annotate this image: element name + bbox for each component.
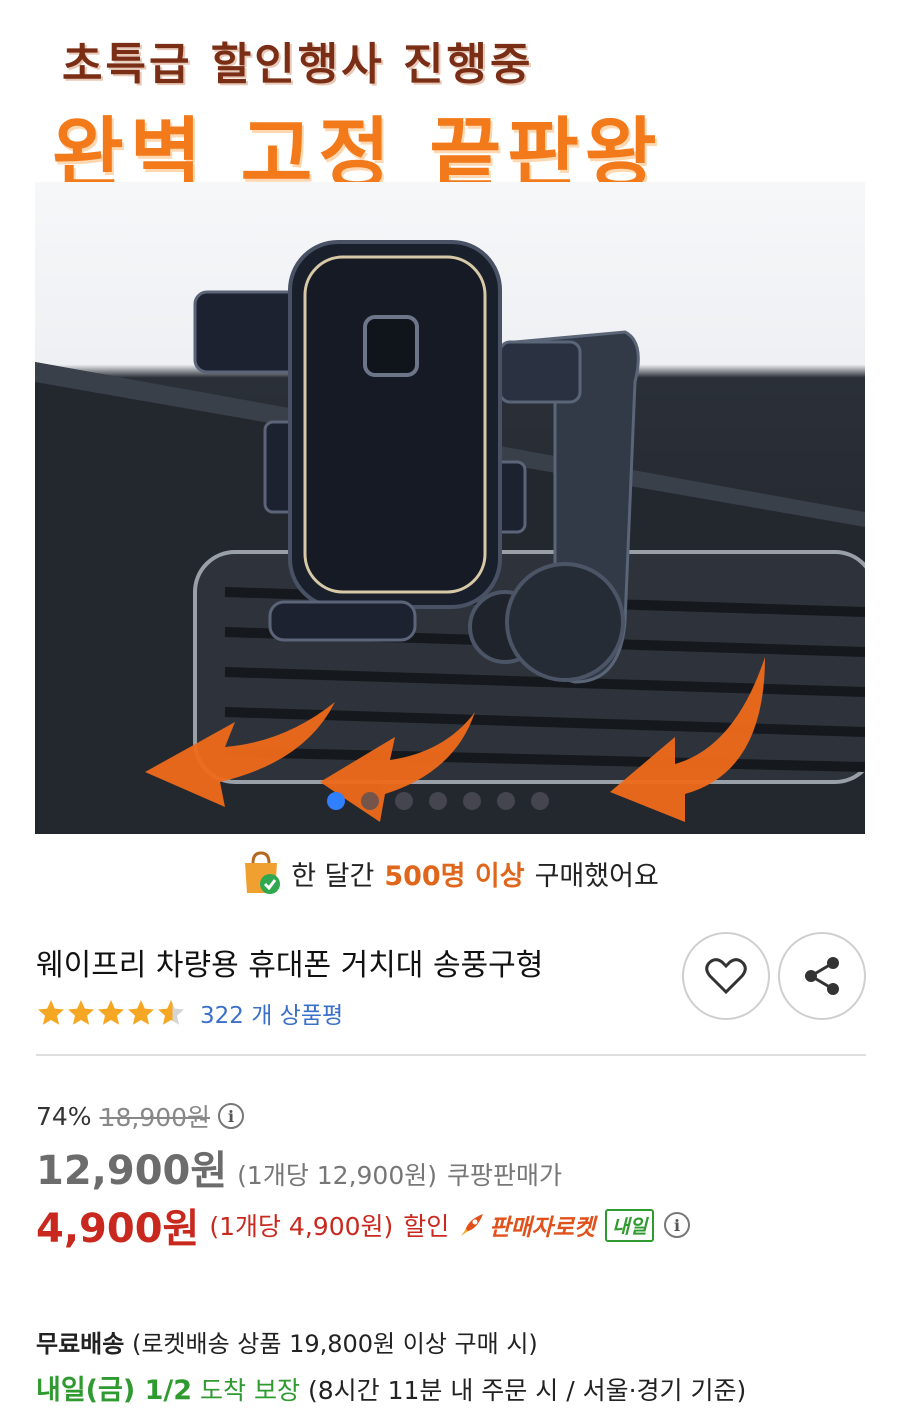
purchase-suffix: 구매했어요 <box>534 860 659 892</box>
wishlist-button[interactable] <box>682 932 770 1020</box>
product-title: 웨이프리 차량용 휴대폰 거치대 송풍구형 <box>36 948 544 983</box>
rocket-info-icon[interactable]: i <box>664 1212 691 1238</box>
sale-unit-price: (1개당 4,900원) <box>209 1212 394 1241</box>
share-button[interactable] <box>778 932 866 1020</box>
original-price: 18,900원 <box>99 1103 211 1132</box>
car-vent-phone-holder-photo <box>35 240 865 834</box>
tomorrow-badge: 내일 <box>605 1208 655 1242</box>
sale-label: 할인 <box>403 1212 450 1241</box>
shopping-bag-icon <box>241 851 281 895</box>
star-rating <box>36 998 186 1028</box>
carousel-dot-3[interactable] <box>395 792 413 810</box>
share-icon <box>805 957 839 995</box>
seller-rocket-badge: 판매자로켓 <box>459 1208 595 1242</box>
purchase-prefix: 한 달간 <box>291 860 375 892</box>
sale-price: 4,900원 <box>36 1206 200 1252</box>
arrival-guarantee-label: 도착 보장 <box>200 1376 300 1405</box>
coupang-price-row: 12,900원 (1개당 12,900원) 쿠팡판매가 <box>36 1138 562 1196</box>
carousel-dot-6[interactable] <box>497 792 515 810</box>
seller-rocket-label: 판매자로켓 <box>489 1215 596 1241</box>
heart-icon <box>705 958 747 995</box>
coupang-price-label: 쿠팡판매가 <box>447 1161 563 1190</box>
purchase-highlight: 500명 이상 <box>384 860 525 892</box>
star-icon-5-half <box>158 1000 184 1025</box>
coupang-price: 12,900원 <box>36 1148 228 1194</box>
arrival-date: 내일(금) 1/2 <box>36 1375 193 1406</box>
carousel-dot-4[interactable] <box>429 792 447 810</box>
product-image-carousel[interactable]: 초특급 할인행사 진행중 완벽 고정 끝판왕 <box>0 0 900 840</box>
free-shipping-row: 무료배송 (로켓배송 상품 19,800원 이상 구매 시) <box>36 1324 538 1359</box>
carousel-dot-1[interactable] <box>327 792 345 810</box>
purchase-count-notice: 한 달간 500명 이상 구매했어요 <box>0 848 900 898</box>
rocket-icon <box>461 1214 484 1236</box>
free-shipping-condition: (로켓배송 상품 19,800원 이상 구매 시) <box>131 1330 538 1358</box>
sale-price-row: 4,900원 (1개당 4,900원) 할인 판매자로켓 내일 i <box>36 1196 691 1254</box>
price-info-icon[interactable]: i <box>218 1103 245 1129</box>
star-icon-1 <box>38 1000 64 1025</box>
coupang-unit-price: (1개당 12,900원) <box>237 1161 437 1190</box>
review-count-link[interactable]: 322 개 상품평 <box>200 996 343 1030</box>
carousel-dot-2[interactable] <box>361 792 379 810</box>
free-shipping-label: 무료배송 <box>36 1330 125 1358</box>
banner-headline: 초특급 할인행사 진행중 <box>62 39 534 90</box>
arrival-condition: (8시간 11분 내 주문 시 / 서울·경기 기준) <box>308 1376 747 1405</box>
arrival-guarantee-row: 내일(금) 1/2 도착 보장 (8시간 11분 내 주문 시 / 서울·경기 … <box>36 1368 746 1407</box>
carousel-indicator[interactable] <box>327 792 549 810</box>
star-icon-3 <box>98 1000 124 1025</box>
carousel-dot-7[interactable] <box>531 792 549 810</box>
product-photo <box>35 182 865 834</box>
discount-row: 74% 18,900원 i <box>36 1098 245 1134</box>
section-divider <box>36 1054 866 1056</box>
rating-summary[interactable]: 322 개 상품평 <box>36 996 343 1030</box>
discount-percent: 74% <box>36 1101 92 1131</box>
carousel-dot-5[interactable] <box>463 792 481 810</box>
star-icon-4 <box>128 1000 154 1025</box>
star-icon-2 <box>68 1000 94 1025</box>
